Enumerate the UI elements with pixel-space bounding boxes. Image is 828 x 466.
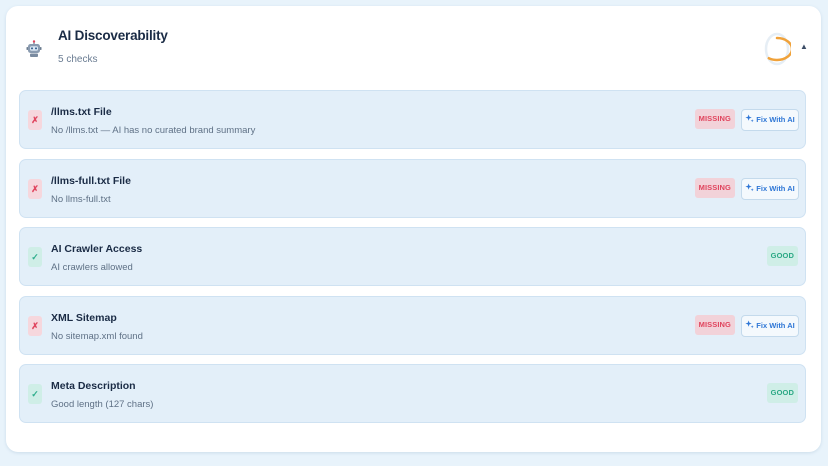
robot-icon <box>26 40 42 57</box>
sparkle-icon <box>745 182 755 191</box>
status-badge: GOOD <box>766 383 798 403</box>
check-title: XML Sitemap <box>51 311 117 324</box>
chevron-up-icon[interactable]: ▲ <box>800 42 808 51</box>
check-description: Good length (127 chars) <box>51 399 154 410</box>
ai-discoverability-card: AI Discoverability 5 checks ▲ ✗ /llms.txt… <box>6 6 821 452</box>
check-description: No sitemap.xml found <box>51 330 143 342</box>
check-row[interactable]: ✗ XML Sitemap No sitemap.xml found MISSING F… <box>19 295 806 355</box>
check-icon: ✓ <box>28 247 42 267</box>
status-badge: GOOD <box>766 246 798 266</box>
cross-icon: ✗ <box>28 110 42 130</box>
check-description: No llms-full.txt <box>51 193 111 205</box>
check-title: /llms.txt File <box>51 106 112 118</box>
fix-with-ai-button[interactable]: Fix With AI <box>741 109 799 131</box>
fix-with-ai-button[interactable]: Fix With AI <box>741 177 799 200</box>
status-badge: MISSING <box>694 314 735 335</box>
section-header[interactable]: AI Discoverability 5 checks ▲ <box>6 6 821 88</box>
check-row[interactable]: ✓ Meta Description Good length (127 chars)… <box>19 364 806 423</box>
cross-icon: ✗ <box>28 315 42 336</box>
checks-list: ✗ /llms.txt File No /llms.txt — AI has no … <box>19 90 808 433</box>
check-description: No /llms.txt — AI has no curated brand s… <box>51 125 256 136</box>
status-badge: MISSING <box>694 177 735 198</box>
check-title: /llms-full.txt File <box>51 174 131 187</box>
sparkle-icon <box>745 319 755 328</box>
section-title: AI Discoverability <box>58 28 168 43</box>
fix-with-ai-label: Fix With AI <box>756 320 795 330</box>
cross-icon: ✗ <box>28 178 42 199</box>
check-row[interactable]: ✗ /llms.txt File No /llms.txt — AI has no … <box>19 90 806 149</box>
score-ring <box>763 32 791 66</box>
check-description: AI crawlers allowed <box>51 262 133 273</box>
check-title: Meta Description <box>51 380 136 392</box>
fix-with-ai-button[interactable]: Fix With AI <box>741 314 799 337</box>
sparkle-icon <box>745 114 755 123</box>
check-icon: ✓ <box>28 384 42 404</box>
check-row[interactable]: ✗ /llms-full.txt File No llms-full.txt MISS… <box>19 158 806 218</box>
check-row[interactable]: ✓ AI Crawler Access AI crawlers allowed GOO… <box>19 227 806 286</box>
check-count: 5 checks <box>58 54 98 65</box>
fix-with-ai-label: Fix With AI <box>756 183 795 193</box>
status-badge: MISSING <box>694 109 735 129</box>
check-title: AI Crawler Access <box>51 243 143 255</box>
fix-with-ai-label: Fix With AI <box>756 115 795 124</box>
